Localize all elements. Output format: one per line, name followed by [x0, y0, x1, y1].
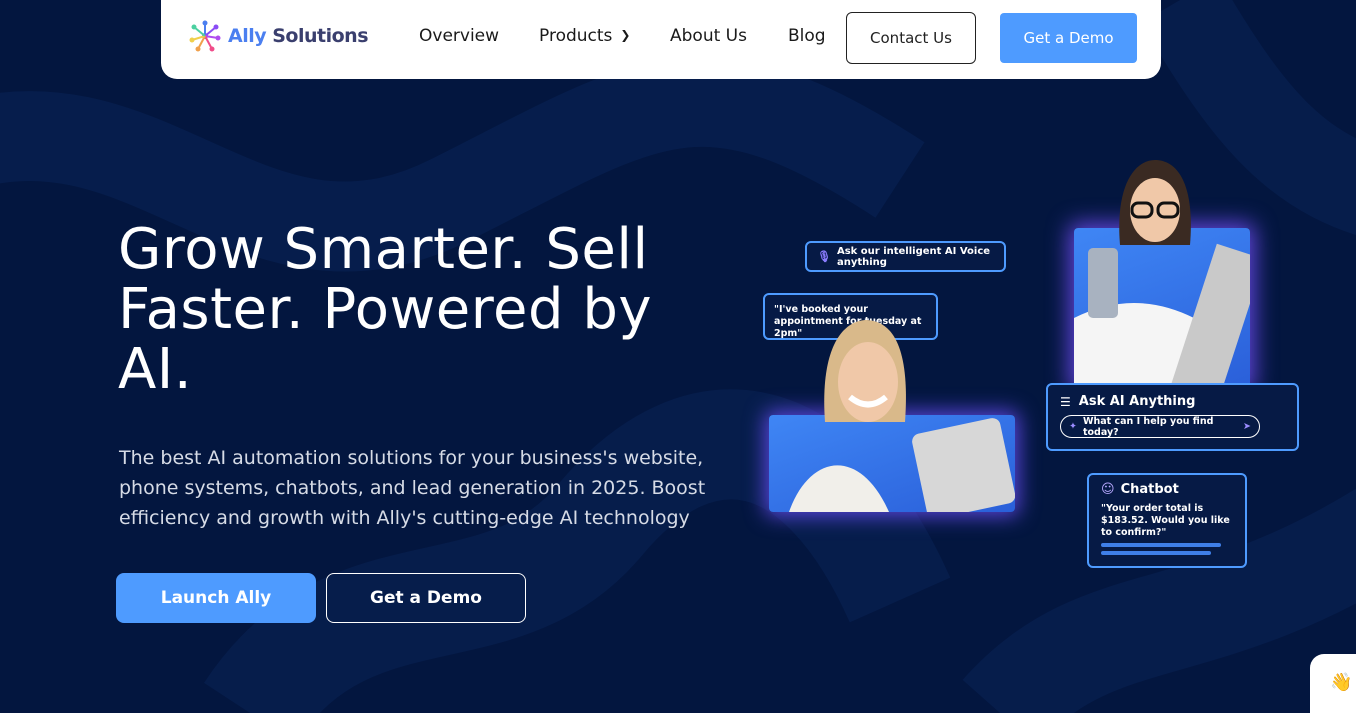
navbar: Ally Solutions Overview Products ❯ About … [161, 0, 1161, 79]
ask-ai-input: ✦ What can I help you find today? ➤ [1060, 415, 1260, 438]
nav-products-label: Products [539, 26, 613, 46]
hero-subtitle: The best AI automation solutions for you… [119, 447, 706, 529]
bot-icon: ☺ [1101, 482, 1115, 497]
nav-about-us[interactable]: About Us [670, 26, 747, 46]
get-demo-hero-button[interactable]: Get a Demo [326, 573, 526, 623]
nav-overview[interactable]: Overview [419, 26, 499, 46]
chat-widget[interactable]: 👋 [1310, 654, 1356, 713]
logo-icon [189, 20, 221, 52]
ask-ai-title: Ask AI Anything [1078, 394, 1196, 409]
ask-ai-placeholder: What can I help you find today? [1082, 415, 1214, 438]
nav-blog[interactable]: Blog [788, 26, 826, 46]
chatbot-title: Chatbot [1120, 482, 1179, 497]
contact-us-button[interactable]: Contact Us [846, 12, 976, 64]
send-icon: ➤ [1243, 421, 1251, 432]
chat-placeholder-line [1101, 551, 1211, 555]
sparkle-icon: ✦ [1069, 421, 1077, 432]
voice-card-text: Ask our intelligent AI Voice anything [836, 245, 991, 268]
voice-card: 🎙 Ask our intelligent AI Voice anything [805, 241, 1006, 272]
woman-head-2 [1119, 160, 1191, 245]
logo-text: Ally Solutions [228, 25, 369, 47]
nav-products[interactable]: Products ❯ [539, 26, 630, 46]
wave-icon: 👋 [1330, 672, 1353, 693]
get-demo-nav-button[interactable]: Get a Demo [1000, 13, 1137, 63]
ask-ai-card: ☰ Ask AI Anything ✦ What can I help you f… [1046, 383, 1299, 451]
logo[interactable]: Ally Solutions [188, 19, 369, 53]
woman-head-1 [824, 320, 906, 422]
chatbot-card: ☺ Chatbot "Your order total is $183.52. W… [1087, 473, 1247, 568]
microphone-icon: 🎙 [817, 250, 831, 263]
chat-placeholder-line [1101, 543, 1221, 547]
woman-tablet-photo [1074, 228, 1250, 388]
hero-illustration: 🎙 Ask our intelligent AI Voice anything … [750, 150, 1310, 580]
chevron-down-icon: ❯ [620, 28, 631, 42]
chatbot-message: "Your order total is $183.52. Would you … [1101, 503, 1230, 538]
search-list-icon: ☰ [1060, 394, 1071, 409]
launch-ally-button[interactable]: Launch Ally [116, 573, 316, 623]
hero-title: Grow Smarter. Sell Faster. Powered by AI… [118, 217, 653, 402]
